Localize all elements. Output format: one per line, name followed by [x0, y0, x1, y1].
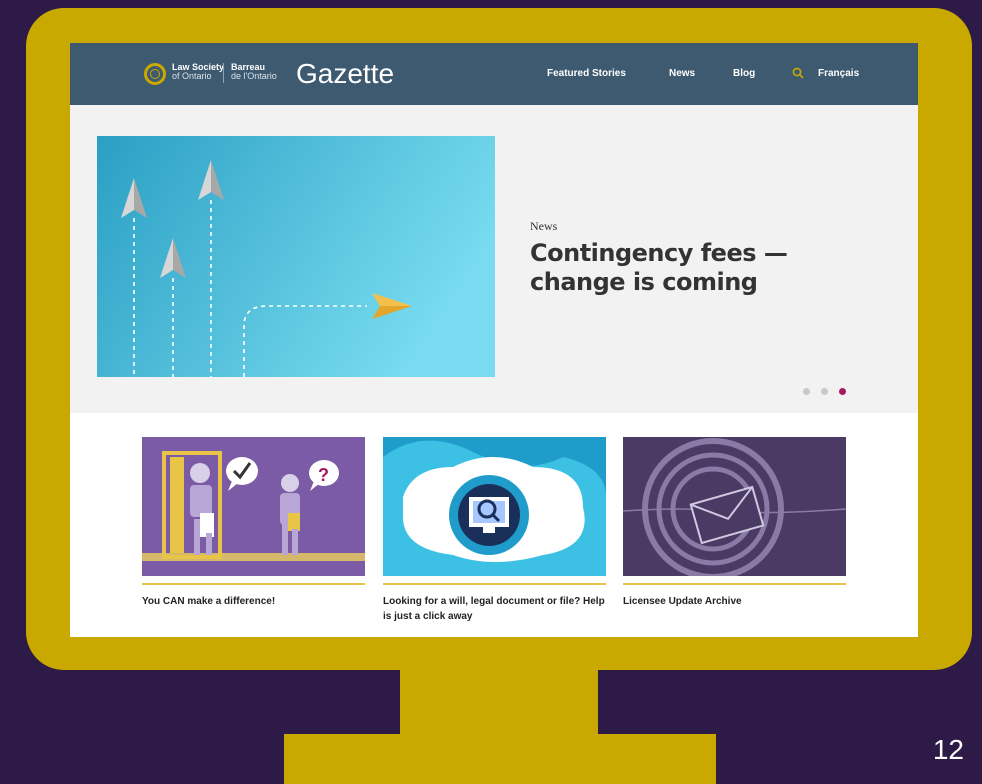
- website-screen: Law Society of Ontario Barreau de l'Onta…: [70, 43, 918, 637]
- card-image-computer-search-illustration[interactable]: [383, 437, 606, 576]
- search-icon[interactable]: [792, 67, 804, 79]
- card-image-people-illustration[interactable]: ?: [142, 437, 365, 576]
- card-title[interactable]: You CAN make a difference!: [142, 594, 367, 609]
- hero-paper-planes-image[interactable]: [97, 136, 495, 377]
- card-divider: [383, 583, 606, 585]
- logo-en-line2: of Ontario: [172, 71, 212, 81]
- law-society-logo-icon[interactable]: [144, 63, 166, 85]
- card-divider: [623, 583, 846, 585]
- monitor-stand-neck: [400, 668, 598, 738]
- nav-news[interactable]: News: [669, 67, 695, 81]
- card-title[interactable]: Looking for a will, legal document or fi…: [383, 594, 608, 624]
- logo-fr-line2: de l'Ontario: [231, 71, 277, 81]
- nav-francais[interactable]: Français: [818, 67, 859, 81]
- card-image-envelope-illustration[interactable]: [623, 437, 846, 576]
- logo-divider: [223, 63, 224, 83]
- site-title[interactable]: Gazette: [296, 57, 394, 91]
- logo-french[interactable]: Barreau de l'Ontario: [231, 63, 277, 81]
- carousel-dot-3[interactable]: [839, 388, 846, 395]
- carousel-dot-2[interactable]: [821, 388, 828, 395]
- logo-english[interactable]: Law Society of Ontario: [172, 63, 224, 81]
- hero-headline[interactable]: Contingency fees — change is coming: [530, 239, 830, 297]
- carousel-dot-1[interactable]: [803, 388, 810, 395]
- card-divider: [142, 583, 365, 585]
- site-header: Law Society of Ontario Barreau de l'Onta…: [70, 43, 918, 105]
- card-title[interactable]: Licensee Update Archive: [623, 594, 848, 609]
- hero-carousel: News Contingency fees — change is coming: [70, 105, 918, 413]
- monitor-stand-base: [284, 734, 716, 784]
- nav-featured-stories[interactable]: Featured Stories: [547, 67, 626, 81]
- hero-category[interactable]: News: [530, 219, 557, 234]
- svg-text:?: ?: [318, 465, 329, 485]
- slide-number: 12: [932, 734, 964, 765]
- nav-blog[interactable]: Blog: [733, 67, 755, 81]
